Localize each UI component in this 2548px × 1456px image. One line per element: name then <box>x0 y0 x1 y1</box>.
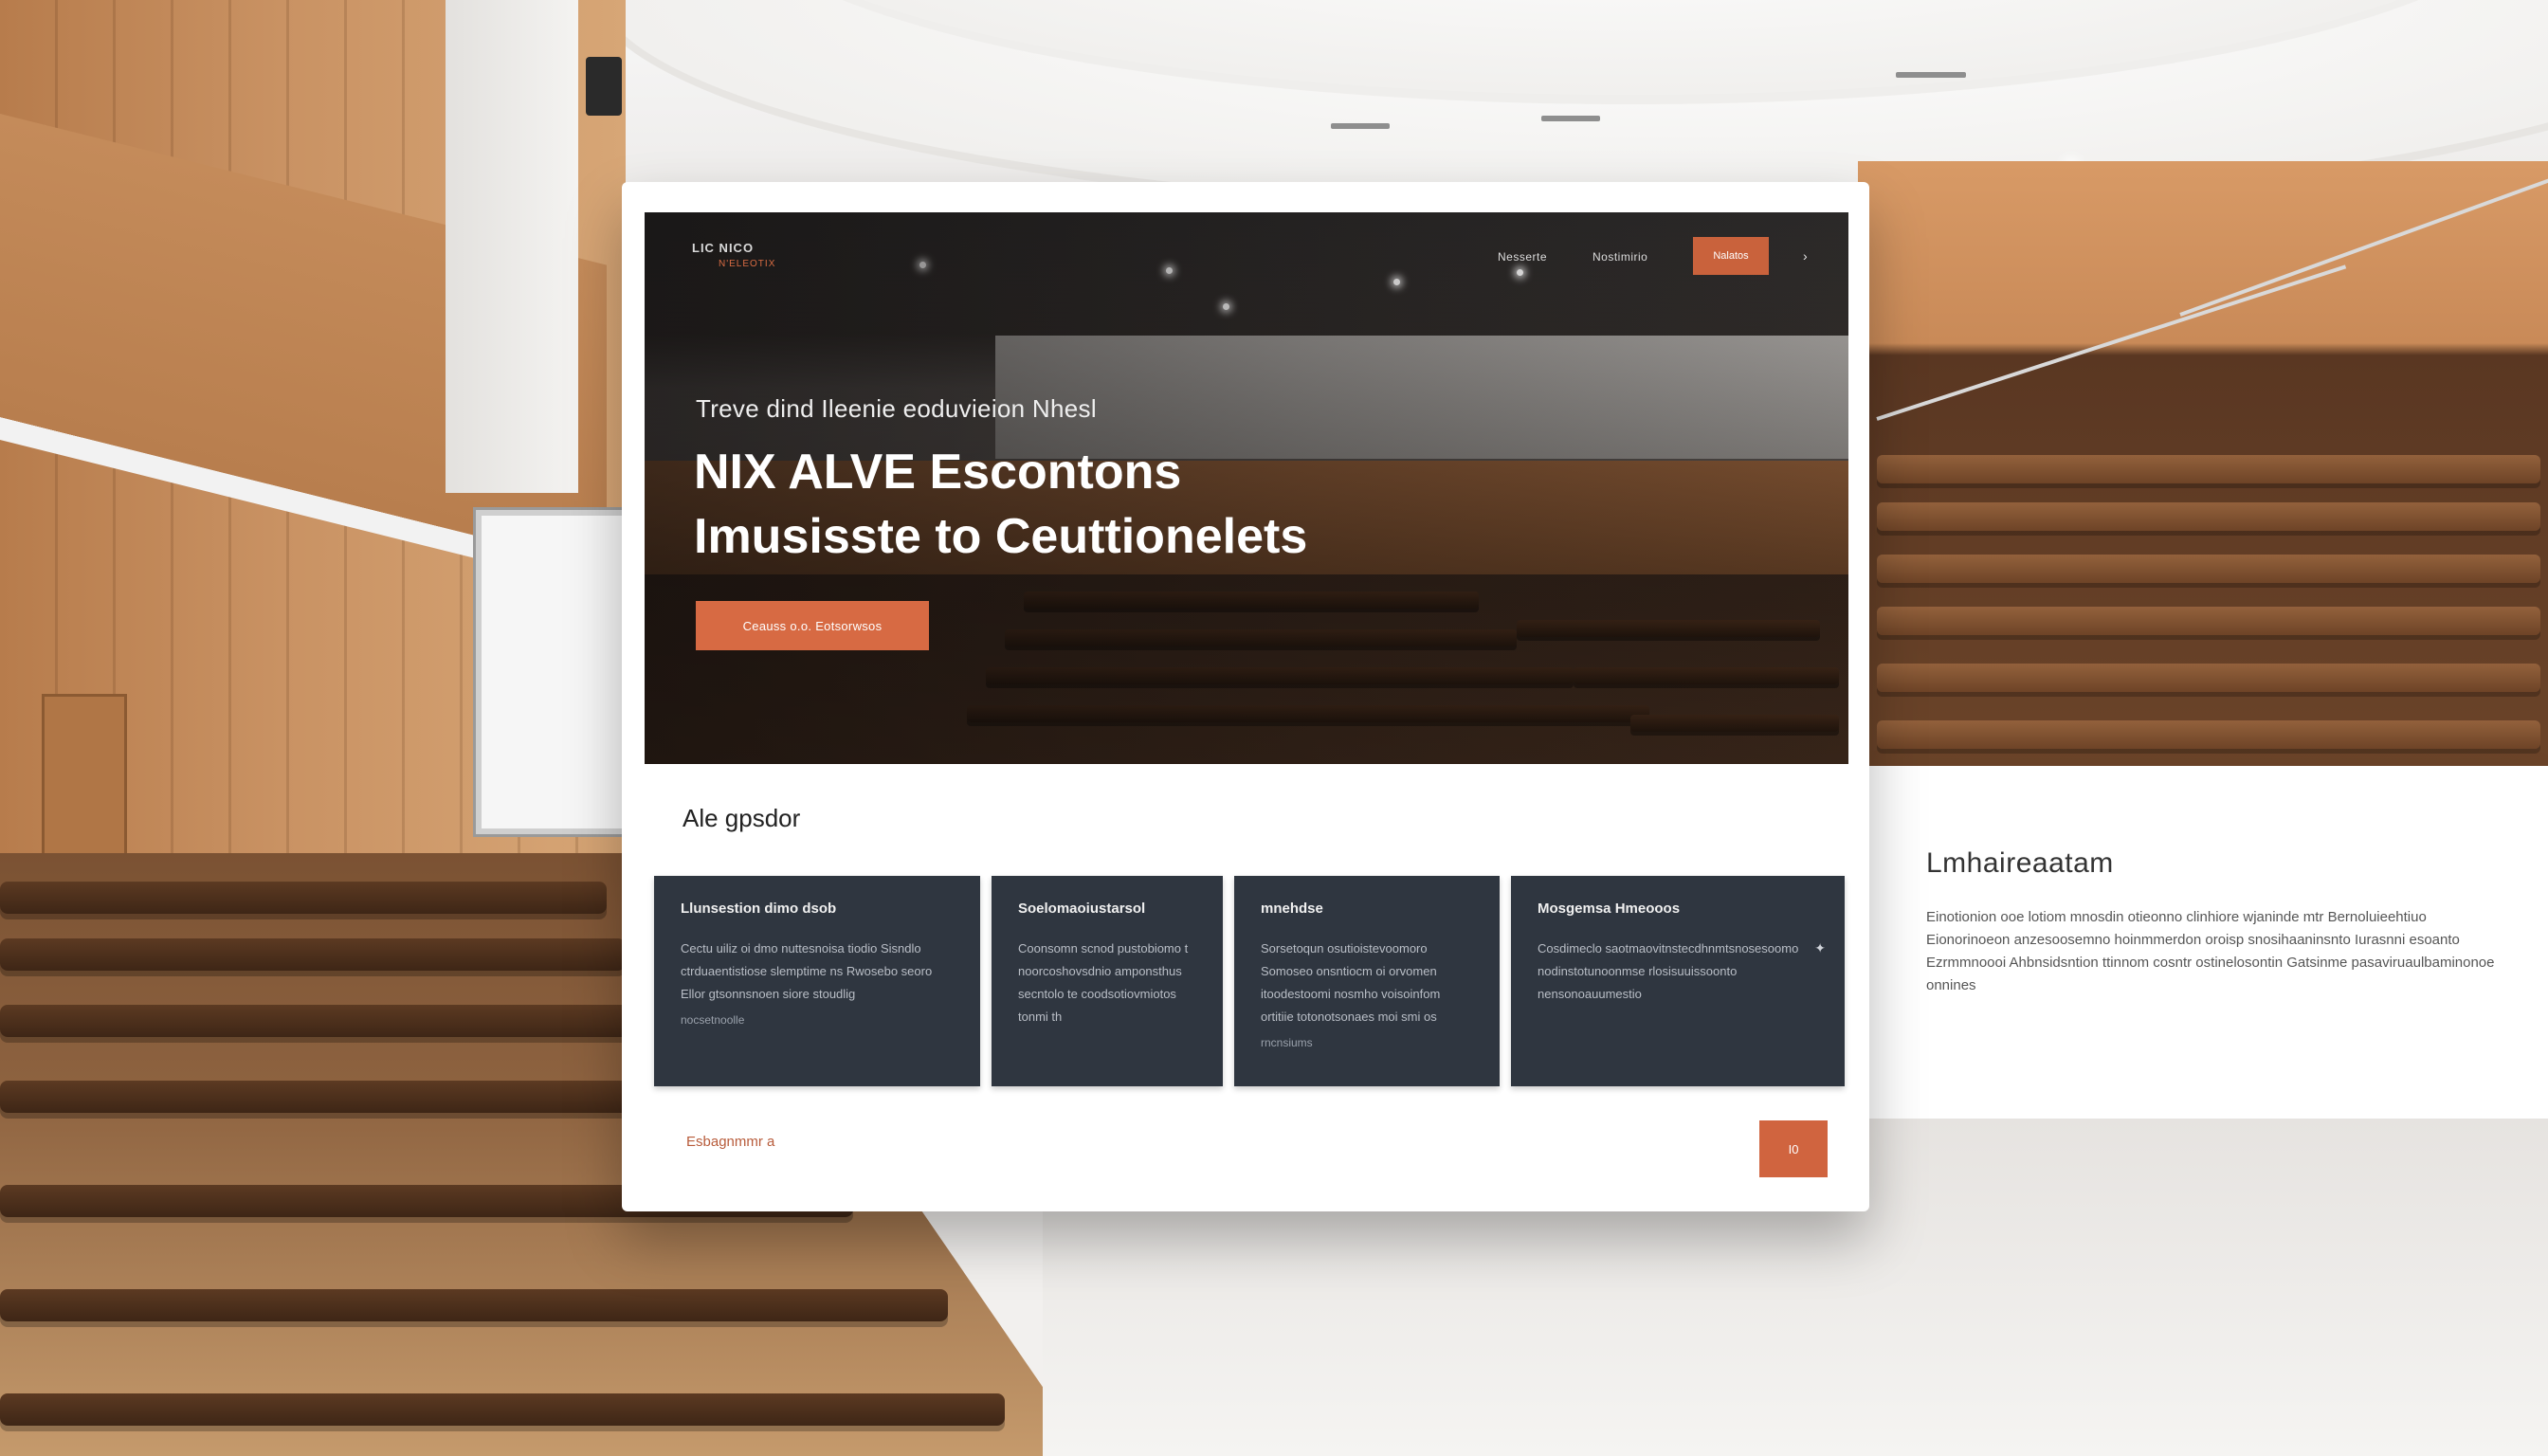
seat-row <box>1877 720 2540 749</box>
tile-title: Soelomaoiustarsol <box>1018 901 1146 917</box>
seat-row <box>1877 664 2540 692</box>
seat-row <box>1877 502 2540 531</box>
feature-tile[interactable]: Soelomaoiustarsol Coonsomn scnod pustobi… <box>992 876 1223 1086</box>
hero-cta-button[interactable]: Ceauss o.o. Eotsorwsos <box>696 601 929 650</box>
tile-text: Cosdimeclo saotmaovitnstecdhnmtsnosesoom… <box>1538 941 1799 1001</box>
footer-button[interactable]: I0 <box>1759 1120 1828 1177</box>
hero-title-line-1: NIX ALVE Escontons <box>694 445 1182 500</box>
footer-link[interactable]: Esbagnmmr a <box>686 1134 774 1150</box>
seat-row <box>1877 455 2540 483</box>
seat-row <box>0 1081 682 1113</box>
side-info-panel: Lmhaireaatam Einotionion ooe lotiom mnos… <box>1858 766 2548 1119</box>
tile-more-link[interactable]: nocsetnoolle <box>681 1013 954 1027</box>
feature-tile[interactable]: Llunsestion dimo dsob Cectu uiliz oi dmo… <box>654 876 980 1086</box>
website-card: LIC NICO N'ELEOTIX Nesserte Nostimirio N… <box>622 182 1869 1211</box>
door <box>42 694 127 880</box>
logo-text: LIC NICO <box>692 241 755 255</box>
hero-title: NIX ALVE Escontons Imusisste to Ceuttion… <box>694 440 1307 569</box>
hero-title-line-2: Imusisste to Ceuttionelets <box>694 509 1308 564</box>
ceiling-vent <box>1896 72 1966 78</box>
tile-text: Cectu uiliz oi dmo nuttesnoisa tiodio Si… <box>681 941 933 1001</box>
projection-screen <box>476 510 639 834</box>
left-column <box>446 0 578 493</box>
tile-title: Mosgemsa Hmeooos <box>1538 901 1681 917</box>
seat-row <box>0 938 626 971</box>
site-logo[interactable]: LIC NICO N'ELEOTIX <box>692 241 775 269</box>
tile-text: Sorsetoqun osutioistevoomoro Somoseo ons… <box>1261 941 1441 1024</box>
tile-more-link[interactable]: rncnsiums <box>1261 1036 1473 1049</box>
tile-title: mnehdse <box>1261 901 1323 917</box>
seat-row <box>0 1393 1005 1426</box>
seat-row <box>1877 607 2540 635</box>
ceiling-vent <box>1331 123 1390 129</box>
side-panel-text: Einotionion ooe lotiom mnosdin otieonno … <box>1926 909 2495 993</box>
hero-kicker: Treve dind Ileenie eoduvieion Nhesl <box>696 394 1097 423</box>
logo-subtext: N'ELEOTIX <box>719 259 776 269</box>
speaker-icon <box>586 57 622 116</box>
chevron-icon[interactable]: › <box>1803 248 1808 264</box>
seat-row <box>1877 555 2540 583</box>
ceiling-vent <box>1541 116 1600 121</box>
tile-title: Llunsestion dimo dsob <box>681 901 837 917</box>
side-panel-title: Lmhaireaatam <box>1926 847 2114 879</box>
seat-row <box>0 1289 948 1321</box>
tile-text: Coonsomn scnod pustobiomo t noorcoshovsd… <box>1018 941 1189 1024</box>
feature-tile[interactable]: mnehdse Sorsetoqun osutioistevoomoro Som… <box>1234 876 1500 1086</box>
nav-link-2[interactable]: Nostimirio <box>1592 250 1647 264</box>
section-title: Ale gpsdor <box>682 804 801 832</box>
sparkle-icon: ✦ <box>1814 940 1826 956</box>
seat-row <box>0 1005 645 1037</box>
feature-tile[interactable]: Mosgemsa Hmeooos Cosdimeclo saotmaovitns… <box>1511 876 1845 1086</box>
nav-link-1[interactable]: Nesserte <box>1498 250 1547 264</box>
seat-row <box>0 882 607 914</box>
nav-cta-button[interactable]: Nalatos <box>1693 237 1769 275</box>
hero-banner: LIC NICO N'ELEOTIX Nesserte Nostimirio N… <box>645 212 1848 764</box>
